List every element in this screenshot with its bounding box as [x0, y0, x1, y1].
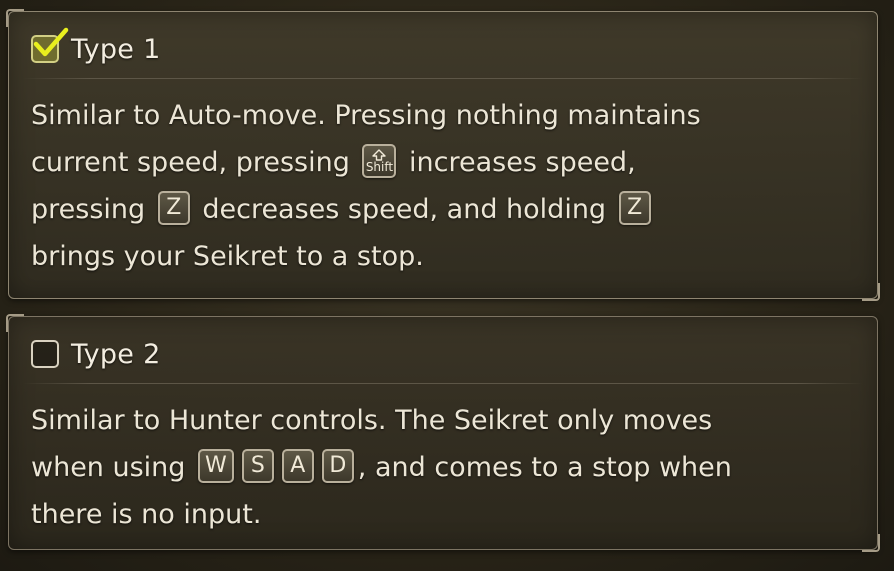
d-key-icon: D — [321, 448, 354, 483]
description-text: when using — [31, 452, 186, 483]
description-line: brings your Seikret to a stop. — [31, 233, 855, 280]
description-text: pressing — [31, 194, 146, 225]
description-line: current speed, pressing Shift increases … — [31, 139, 855, 186]
panel-corner-ornament — [6, 9, 24, 27]
description-text: there is no input. — [31, 499, 262, 530]
description-text: current speed, pressing — [31, 147, 350, 178]
description-text: brings your Seikret to a stop. — [31, 241, 424, 272]
header-divider — [23, 78, 863, 79]
up-arrow-icon — [372, 148, 387, 161]
option-panel-type-2[interactable]: Type 2 Similar to Hunter controls. The S… — [6, 314, 880, 552]
option-title: Type 2 — [71, 338, 161, 370]
description-line: Similar to Auto-move. Pressing nothing m… — [31, 92, 855, 139]
description-text: , and comes to a stop when — [357, 452, 732, 483]
z-key-icon: Z — [618, 190, 651, 225]
description-line: there is no input. — [31, 491, 855, 538]
description-text: Similar to Auto-move. Pressing nothing m… — [31, 100, 701, 131]
option-description: Similar to Hunter controls. The Seikret … — [31, 397, 855, 538]
a-key-icon: A — [281, 448, 314, 483]
panel-corner-ornament — [862, 534, 880, 552]
description-line: when using WSAD, and comes to a stop whe… — [31, 444, 855, 491]
description-text: Similar to Hunter controls. The Seikret … — [31, 405, 713, 436]
type-2-checkbox[interactable] — [31, 340, 59, 368]
panel-corner-ornament — [862, 283, 880, 301]
shift-key-label: Shift — [365, 159, 394, 174]
checkmark-icon — [33, 27, 69, 57]
w-key-icon: W — [198, 448, 234, 483]
option-description: Similar to Auto-move. Pressing nothing m… — [31, 92, 855, 280]
description-text: increases speed, — [409, 147, 636, 178]
option-title: Type 1 — [71, 33, 161, 65]
option-header-type-1[interactable]: Type 1 — [31, 27, 161, 68]
option-header-type-2[interactable]: Type 2 — [31, 335, 161, 373]
panel-corner-ornament — [6, 314, 24, 332]
description-line: pressing Z decreases speed, and holding … — [31, 186, 855, 233]
z-key-icon: Z — [157, 190, 190, 225]
description-line: Similar to Hunter controls. The Seikret … — [31, 397, 855, 444]
shift-key-icon: Shift — [362, 143, 397, 178]
option-panel-type-1[interactable]: Type 1 Similar to Auto-move. Pressing no… — [6, 9, 880, 301]
type-1-checkbox[interactable] — [31, 27, 69, 63]
s-key-icon: S — [241, 448, 274, 483]
description-text: decreases speed, and holding — [202, 194, 607, 225]
header-divider — [23, 383, 863, 384]
